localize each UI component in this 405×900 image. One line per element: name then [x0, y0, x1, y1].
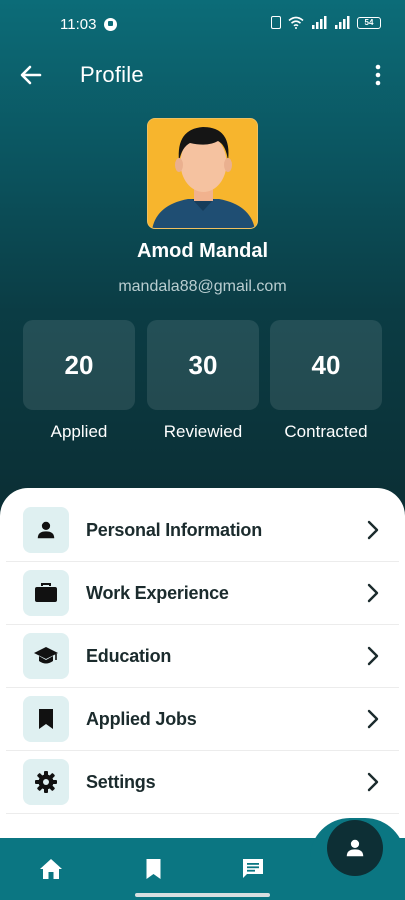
person-icon	[346, 839, 364, 857]
menu-item-work-experience[interactable]: Work Experience	[6, 562, 399, 625]
home-indicator[interactable]	[135, 893, 270, 897]
stat-reviewed-label: Reviewied	[163, 422, 243, 441]
back-arrow-icon[interactable]	[18, 62, 44, 88]
nav-saved-button[interactable]	[138, 854, 168, 884]
battery-icon: 54	[357, 16, 381, 29]
menu-label: Work Experience	[86, 583, 229, 603]
stat-reviewed-value[interactable]: 30	[147, 320, 259, 410]
menu-label: Applied Jobs	[86, 709, 197, 729]
person-icon	[37, 521, 55, 539]
gear-icon	[35, 771, 57, 793]
menu-label: Settings	[86, 772, 156, 792]
status-time: 11:03	[60, 16, 97, 33]
chevron-right-icon	[367, 772, 379, 792]
stat-contracted-value[interactable]: 40	[270, 320, 382, 410]
wifi-icon	[288, 16, 304, 29]
status-bar: 11:03 54	[0, 0, 405, 48]
menu-icon-container	[23, 507, 69, 553]
chevron-right-icon	[367, 709, 379, 729]
chat-icon	[243, 859, 263, 878]
menu-icon-container	[23, 759, 69, 805]
app-bar: Profile	[0, 50, 405, 100]
graduation-cap-icon	[34, 647, 58, 664]
bookmark-icon	[39, 709, 53, 729]
nav-home-button[interactable]	[36, 854, 66, 884]
profile-email: mandala88@gmail.com	[118, 278, 287, 295]
stat-applied-value[interactable]: 20	[23, 320, 135, 410]
status-icons: 54	[271, 16, 381, 29]
chevron-right-icon	[367, 583, 379, 603]
avatar-illustration	[148, 119, 257, 228]
menu-label: Personal Information	[86, 520, 263, 540]
menu-icon-container	[23, 570, 69, 616]
menu-icon-container	[23, 633, 69, 679]
nav-profile-button[interactable]	[327, 820, 383, 876]
chevron-right-icon	[367, 520, 379, 540]
vibrate-icon	[271, 16, 281, 29]
menu-icon-container	[23, 696, 69, 742]
nav-messages-button[interactable]	[238, 854, 268, 884]
app-notification-icon	[104, 18, 117, 31]
signal-icon-2	[335, 16, 350, 29]
more-vert-icon[interactable]	[373, 64, 383, 86]
menu-item-education[interactable]: Education	[6, 625, 399, 688]
page-title: Profile	[80, 62, 144, 87]
menu-item-personal-information[interactable]: Personal Information	[6, 499, 399, 562]
bookmark-icon	[146, 859, 160, 879]
home-icon	[40, 859, 62, 879]
stat-contracted-label: Contracted	[284, 422, 368, 441]
avatar[interactable]	[147, 118, 258, 229]
menu-item-settings[interactable]: Settings	[6, 751, 399, 814]
profile-name: Amod Mandal	[136, 240, 269, 262]
chevron-right-icon	[367, 646, 379, 666]
menu-item-applied-jobs[interactable]: Applied Jobs	[6, 688, 399, 751]
stat-applied-label: Applied	[50, 422, 108, 441]
briefcase-icon	[35, 583, 57, 602]
signal-icon	[312, 16, 327, 29]
menu-label: Education	[86, 646, 172, 666]
